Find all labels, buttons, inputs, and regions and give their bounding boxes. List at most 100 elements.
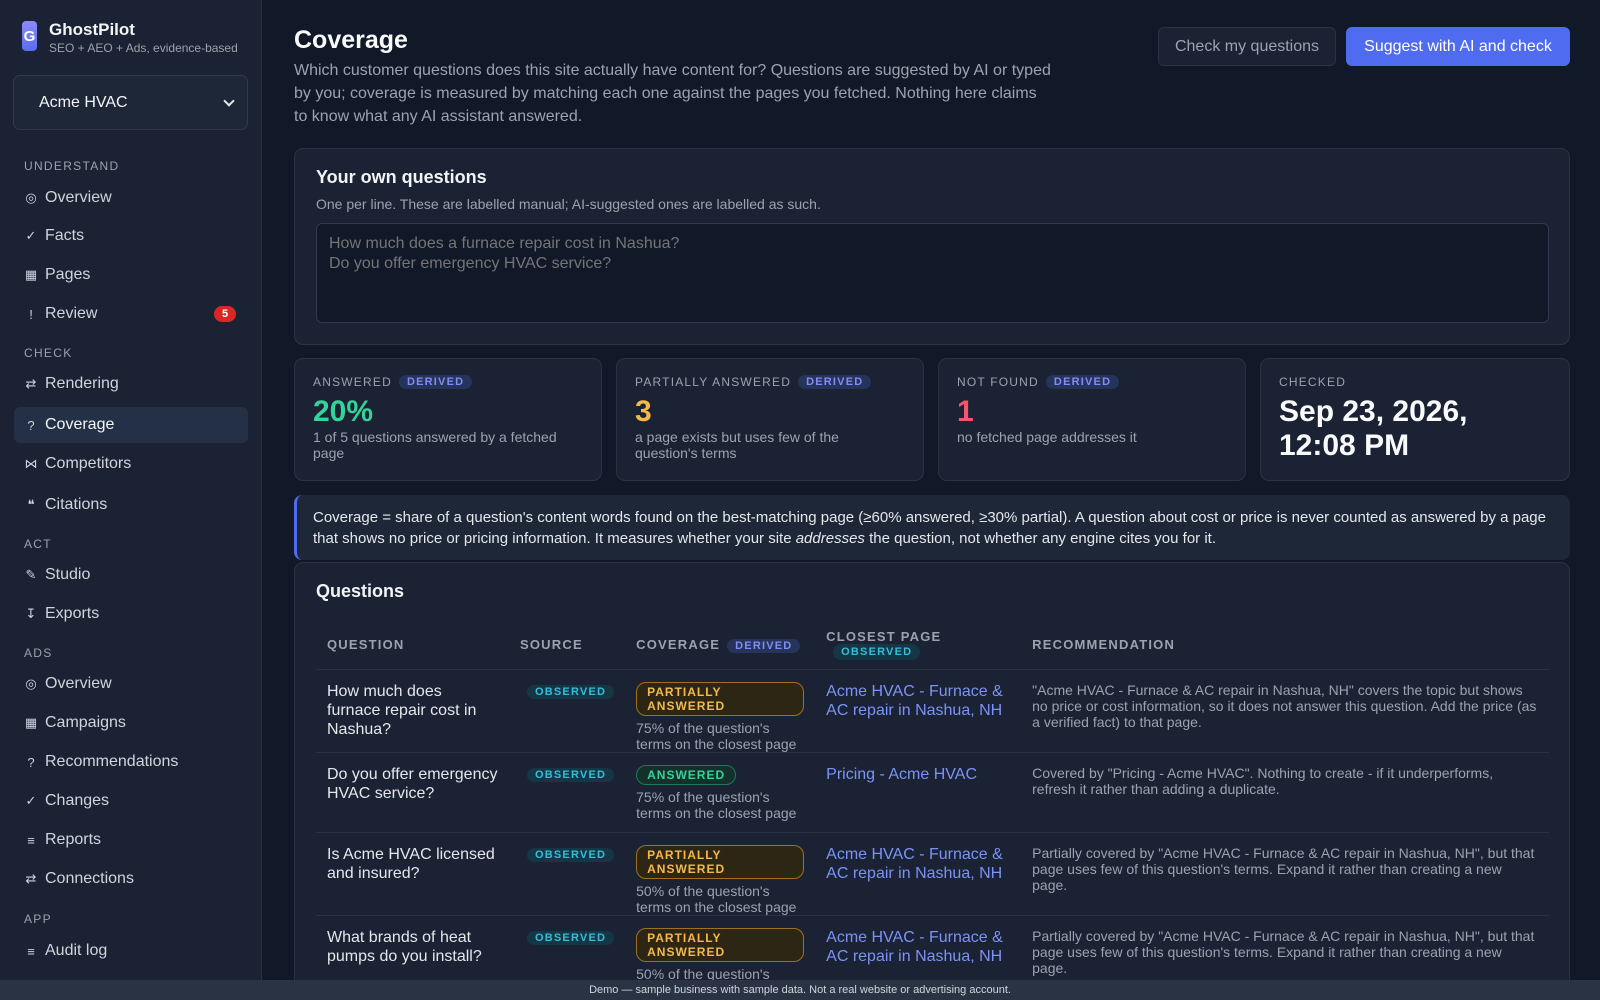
alert-icon: ! [29, 306, 33, 322]
coverage-note: 75% of the question's terms on the close… [636, 788, 797, 821]
coverage-status-badge: ANSWERED [636, 764, 737, 785]
stat-value: 3 [635, 395, 652, 428]
coverage-status-badge: PARTIALLY ANSWERED [636, 844, 805, 879]
sidebar-item-overview[interactable]: ◎ Overview [14, 180, 248, 216]
derived-badge: DERIVED [1045, 375, 1120, 389]
nav-section-ads: ADS [24, 646, 53, 660]
overview-icon: ◎ [25, 676, 37, 691]
sidebar-item-label: Competitors [45, 455, 132, 472]
own-questions-subtitle: One per line. These are labelled manual;… [316, 196, 821, 212]
list-icon: ≡ [27, 832, 35, 848]
site-selector[interactable]: Acme HVAC [13, 75, 248, 130]
questions-table: QUESTION SOURCE COVERAGE DERIVED CLOSEST … [316, 621, 1549, 999]
swap-icon: ⇄ [25, 376, 37, 391]
checked-timestamp: Sep 23, 2026, 12:08 PM [1279, 395, 1468, 462]
recommendation-text: Covered by "Pricing - Acme HVAC". Nothin… [1032, 764, 1494, 797]
column-header-recommendation: RECOMMENDATION [1021, 621, 1549, 670]
sidebar-item-citations[interactable]: ❝ Citations [14, 487, 248, 523]
suggest-ai-button[interactable]: Suggest with AI and check [1346, 27, 1570, 66]
source-badge: OBSERVED [527, 930, 615, 945]
closest-page-link[interactable]: Acme HVAC - Furnace & AC repair in Nashu… [826, 682, 1010, 720]
own-questions-input[interactable] [316, 223, 1549, 323]
sidebar-item-rendering[interactable]: ⇄ Rendering [14, 366, 248, 402]
own-questions-title: Your own questions [316, 167, 487, 187]
sidebar: G GhostPilot SEO + AEO + Ads, evidence-b… [0, 0, 262, 980]
sidebar-item-label: Reports [45, 831, 102, 848]
sidebar-item-studio[interactable]: ✎ Studio [14, 557, 248, 593]
sidebar-item-label: Coverage [45, 416, 115, 433]
derived-badge: DERIVED [727, 639, 801, 654]
sidebar-item-pages[interactable]: ▦ Pages [14, 257, 248, 293]
sidebar-item-coverage[interactable]: ? Coverage [14, 407, 248, 443]
questions-card: Questions QUESTION SOURCE COVERAGE DERIVE… [294, 562, 1570, 1000]
sidebar-item-campaigns[interactable]: ▦ Campaigns [14, 705, 248, 741]
stat-note: 1 of 5 questions answered by a fetched p… [313, 429, 557, 461]
sidebar-item-label: Audit log [45, 942, 108, 959]
sidebar-item-label: Citations [45, 496, 108, 513]
stat-value: 1 [957, 395, 974, 428]
recommendation-text: "Acme HVAC - Furnace & AC repair in Nash… [1032, 681, 1537, 730]
sidebar-item-label: Review [45, 305, 98, 322]
sidebar-item-exports[interactable]: ↧ Exports [14, 596, 248, 632]
sidebar-item-label: Changes [45, 792, 110, 809]
sidebar-item-label: Campaigns [45, 714, 126, 731]
closest-page-link[interactable]: Acme HVAC - Furnace & AC repair in Nashu… [826, 928, 1010, 966]
stat-label: ANSWERED [313, 375, 392, 389]
logo-icon: G [22, 21, 37, 51]
sidebar-item-label: Pages [45, 266, 91, 283]
site-selector-value: Acme HVAC [39, 93, 128, 111]
sidebar-item-changes[interactable]: ✓ Changes [14, 783, 248, 819]
sidebar-item-recommendations[interactable]: ? Recommendations [14, 744, 248, 780]
sidebar-item-competitors[interactable]: ⋈ Competitors [14, 446, 248, 482]
review-count-badge: 5 [214, 306, 236, 322]
stat-answered: ANSWERED DERIVED 20% 1 of 5 questions ans… [294, 358, 602, 481]
campaigns-icon: ▦ [24, 715, 38, 730]
brand-tagline: SEO + AEO + Ads, evidence-based [49, 41, 238, 55]
callout-emphasis: addresses [795, 530, 865, 547]
pages-icon: ▦ [24, 267, 38, 282]
question-icon: ? [27, 754, 35, 770]
question-text: What brands of heat pumps do you install… [327, 928, 482, 965]
page-description: Which customer questions does this site … [294, 62, 1051, 125]
column-header-closest-page: CLOSEST PAGE OBSERVED [815, 621, 1022, 670]
nav-section-act: ACT [24, 537, 52, 551]
recommendation-text: Partially covered by "Acme HVAC - Furnac… [1032, 844, 1535, 893]
derived-badge: DERIVED [798, 375, 872, 389]
question-text: Do you offer emergency HVAC service? [327, 765, 498, 802]
stat-label: NOT FOUND [957, 375, 1039, 389]
closest-page-link[interactable]: Pricing - Acme HVAC [826, 765, 1010, 784]
sidebar-item-label: Studio [45, 566, 91, 583]
table-header-row: QUESTION SOURCE COVERAGE DERIVED CLOSEST … [316, 621, 1549, 670]
check-icon: ✓ [25, 228, 37, 243]
recommendation-text: Partially covered by "Acme HVAC - Furnac… [1032, 927, 1535, 976]
sidebar-item-label: Overview [45, 675, 112, 692]
sidebar-item-audit-log[interactable]: ≡ Audit log [14, 933, 248, 969]
stat-partially-answered: PARTIALLY ANSWERED DERIVED 3 a page exist… [616, 358, 924, 481]
brand-name: GhostPilot [49, 20, 135, 39]
sidebar-item-ads-overview[interactable]: ◎ Overview [14, 666, 248, 702]
table-row: Is Acme HVAC licensed and insured? OBSERV… [316, 832, 1549, 916]
nav-section-app: APP [24, 912, 52, 926]
sidebar-item-review[interactable]: ! Review 5 [14, 296, 248, 332]
stat-value: 20% [313, 395, 374, 428]
column-header-coverage: COVERAGE DERIVED [625, 621, 816, 670]
question-text: Is Acme HVAC licensed and insured? [327, 845, 495, 882]
competitors-icon: ⋈ [24, 456, 38, 471]
check-questions-button[interactable]: Check my questions [1158, 27, 1336, 66]
stat-label: CHECKED [1279, 375, 1347, 389]
coverage-status-badge: PARTIALLY ANSWERED [636, 927, 805, 962]
coverage-note: 75% of the question's terms on the close… [636, 719, 797, 752]
stat-note: a page exists but uses few of the questi… [635, 429, 839, 461]
nav-section-check: CHECK [24, 346, 73, 360]
coverage-status-badge: PARTIALLY ANSWERED [636, 681, 805, 716]
sidebar-item-facts[interactable]: ✓ Facts [14, 218, 248, 254]
chevron-down-icon [223, 94, 235, 107]
sidebar-item-connections[interactable]: ⇄ Connections [14, 861, 248, 897]
sidebar-item-label: Connections [45, 870, 134, 887]
stat-not-found: NOT FOUND DERIVED 1 no fetched page addre… [938, 358, 1246, 481]
closest-page-link[interactable]: Acme HVAC - Furnace & AC repair in Nashu… [826, 845, 1010, 883]
pencil-icon: ✎ [25, 567, 37, 582]
sidebar-item-reports[interactable]: ≡ Reports [14, 822, 248, 858]
coverage-explanation: Coverage = share of a question's content… [294, 495, 1570, 560]
coverage-note: 50% of the question's terms on the close… [636, 882, 797, 915]
